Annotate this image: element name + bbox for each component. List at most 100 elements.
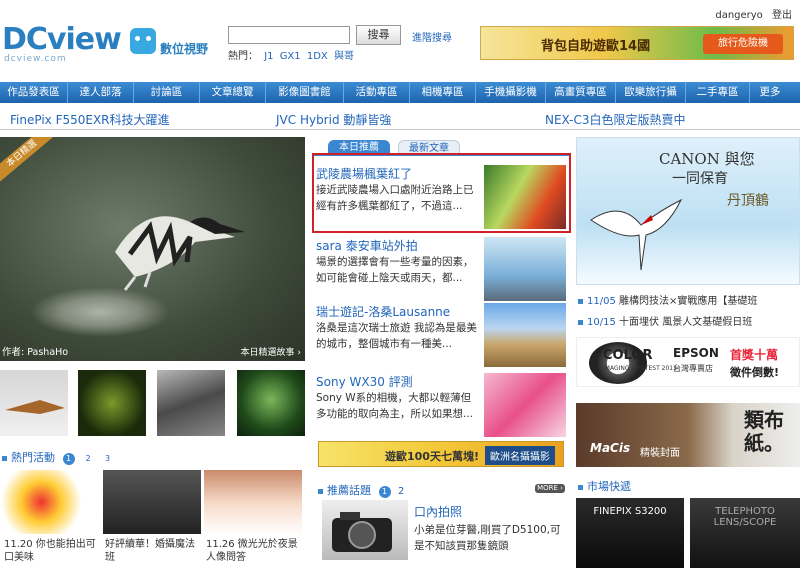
hot-event-caption[interactable]: 11.26 微光光於夜景人像問答	[206, 538, 304, 564]
epson-sublabel: 台灣專賣店	[673, 364, 713, 373]
hot-keywords-label: 熱門：	[228, 51, 258, 62]
recommended-topics-title: 推薦話題	[327, 484, 371, 497]
nav-item-second-hand[interactable]: 二手專區	[686, 82, 750, 103]
section-bullet-icon	[578, 484, 583, 490]
nav-item-more[interactable]: 更多	[750, 82, 790, 103]
recommended-topics-header: 推薦話題 1 2	[318, 482, 404, 498]
nav-item-articles[interactable]: 文章總覽	[200, 82, 266, 103]
nav-item-forum[interactable]: 討論區	[134, 82, 200, 103]
top-banner-badge: 旅行危險機	[703, 34, 783, 54]
market-header: 市場快遞	[578, 478, 631, 494]
news-text[interactable]: 十面埋伏 風景人文基礎假日班	[619, 317, 752, 328]
thumbnail-image[interactable]	[0, 370, 68, 436]
username-link[interactable]: dangeryo	[715, 10, 762, 21]
nav-item-hd[interactable]: 高畫質專區	[546, 82, 616, 103]
more-button[interactable]: MORE ›	[535, 484, 565, 493]
recommended-topic-title[interactable]: 口內拍照	[414, 503, 462, 520]
logo-text: DCview	[2, 22, 122, 57]
article-title[interactable]: Sony WX30 評測	[316, 373, 413, 390]
hot-keyword-link[interactable]: GX1	[280, 51, 301, 62]
logout-link[interactable]: 登出	[772, 10, 792, 21]
nav-item-travel[interactable]: 歐樂旅行攝	[616, 82, 686, 103]
bullet-icon	[578, 319, 583, 325]
hot-event-image[interactable]	[204, 470, 302, 534]
promo-link-nex[interactable]: NEX-C3白色限定版熱賣中	[545, 111, 686, 128]
epson-label: EPSON	[673, 346, 719, 360]
main-nav: 作品發表區 達人部落 討論區 文章總覽 影像圖書館 活動專區 相機專區 手機攝影…	[0, 82, 800, 103]
canon-ad-line1: CANON 與您	[659, 150, 755, 168]
search-button[interactable]: 搜尋	[356, 25, 401, 45]
page-number[interactable]: 1	[378, 486, 391, 498]
featured-corner-badge: 本日精選	[0, 137, 58, 186]
nav-item-phone-camera[interactable]: 手機攝影機	[476, 82, 546, 103]
search-input[interactable]	[228, 26, 350, 44]
article-thumbnail[interactable]	[484, 373, 566, 437]
nav-item-events[interactable]: 活動專區	[344, 82, 410, 103]
recommended-topic-desc: 小弟是位芽醫,剛買了D5100,可是不知該買那隻鏡頭	[414, 524, 561, 552]
advanced-search-link[interactable]: 進階搜尋	[412, 29, 452, 44]
featured-story-link[interactable]: 本日精選故事 ›	[241, 345, 301, 358]
page-number[interactable]: 2	[82, 453, 94, 465]
photo-author[interactable]: 作者: PashaHo	[2, 344, 68, 358]
hot-event-image[interactable]	[2, 470, 100, 534]
news-item[interactable]: 11/05 雕構閃技法×實戰應用【基礎班	[578, 292, 757, 307]
header: DCview dcview.com 數位視野 搜尋 進階搜尋 熱門： J1 GX…	[0, 0, 800, 82]
kingfisher-bird-graphic	[115, 216, 245, 291]
color-imaging-ad[interactable]: COLOR IMAGING CONTEST 2011 EPSON 台灣專賣店 首…	[576, 337, 800, 387]
article-title[interactable]: sara 泰安車站外拍	[316, 237, 418, 254]
news-item[interactable]: 10/15 十面埋伏 風景人文基礎假日班	[578, 313, 752, 328]
article-title[interactable]: 瑞士遊記-洛桑Lausanne	[316, 303, 450, 320]
hot-activity-title: 熱門活動	[11, 451, 55, 464]
macis-text: 精裝封面	[640, 448, 680, 459]
camera-photo[interactable]	[322, 500, 408, 560]
hot-keyword-link[interactable]: 與哥	[334, 51, 354, 62]
site-logo[interactable]: DCview dcview.com 數位視野	[2, 22, 217, 64]
featured-photo[interactable]: 本日精選 作者: PashaHo 本日精選故事 ›	[0, 137, 305, 361]
middle-ad-banner[interactable]: 遊歐100天七萬塊! 歐洲名攝攝影	[318, 441, 564, 467]
nav-item-library[interactable]: 影像圖書館	[266, 82, 344, 103]
middle-banner-badge: 歐洲名攝攝影	[485, 446, 555, 465]
nav-item-blogs[interactable]: 達人部落	[68, 82, 134, 103]
market-product-image[interactable]: TELEPHOTO LENS/SCOPE	[690, 498, 800, 568]
hot-activity-header: 熱門活動 1 2 3	[2, 449, 302, 465]
highlight-box	[312, 153, 571, 233]
hot-event-image[interactable]	[103, 470, 201, 534]
promo-link-jvc[interactable]: JVC Hybrid 動靜皆強	[276, 111, 391, 128]
promo-link-finepix[interactable]: FinePix F550EXR科技大躍進	[10, 111, 170, 128]
bullet-icon	[578, 298, 583, 304]
market-product-image[interactable]: FINEPIX S3200	[576, 498, 684, 568]
prize-sublabel: 徵件倒數!	[730, 366, 780, 379]
market-product-label: FINEPIX S3200	[593, 506, 667, 517]
top-ad-banner[interactable]: 背包自助遊歐14國 旅行危險機	[480, 26, 794, 60]
hot-event-caption[interactable]: 好評續華！婚攝魔法班	[105, 538, 203, 564]
page-number[interactable]: 2	[398, 486, 404, 497]
hot-keyword-link[interactable]: J1	[264, 51, 273, 62]
thumbnail-image[interactable]	[78, 370, 146, 436]
top-banner-text: 背包自助遊歐14國	[541, 39, 651, 54]
middle-banner-text: 遊歐100天七萬塊!	[385, 450, 479, 463]
macis-ad[interactable]: MaCis 精裝封面 類布紙。	[576, 403, 800, 467]
page-number[interactable]: 3	[102, 453, 114, 465]
nav-item-cameras[interactable]: 相機專區	[410, 82, 476, 103]
thumbnail-image[interactable]	[157, 370, 225, 436]
article-thumbnail[interactable]	[484, 303, 566, 367]
thumbnail-image[interactable]	[237, 370, 305, 436]
market-title: 市場快遞	[587, 480, 631, 493]
canon-ad[interactable]: CANON 與您 一同保育 丹頂鶴	[576, 137, 800, 285]
promo-bar: FinePix F550EXR科技大躍進 JVC Hybrid 動靜皆強 NEX…	[0, 108, 800, 130]
page-number[interactable]: 1	[62, 453, 75, 465]
logo-subtext: dcview.com	[4, 54, 67, 64]
nav-item-works[interactable]: 作品發表區	[0, 82, 68, 103]
robot-mascot-icon	[130, 28, 156, 54]
news-text[interactable]: 雕構閃技法×實戰應用【基礎班	[619, 296, 757, 307]
color-ad-sub: IMAGING CONTEST 2011	[603, 365, 677, 372]
canon-ad-line2: 一同保育	[672, 171, 728, 187]
section-bullet-icon	[318, 488, 323, 494]
article-desc: Sony W系的相機，大都以輕薄但多功能的取向為主，所以如果想...	[316, 392, 474, 420]
hot-keywords: 熱門： J1 GX1 1DX 與哥	[228, 47, 354, 62]
hot-event-caption[interactable]: 11.20 你也能拍出可口美味	[4, 538, 102, 564]
macis-big-text: 類布紙。	[744, 408, 784, 455]
article-thumbnail[interactable]	[484, 237, 566, 301]
hot-keyword-link[interactable]: 1DX	[307, 51, 328, 62]
user-area: dangeryo 登出	[715, 6, 792, 21]
